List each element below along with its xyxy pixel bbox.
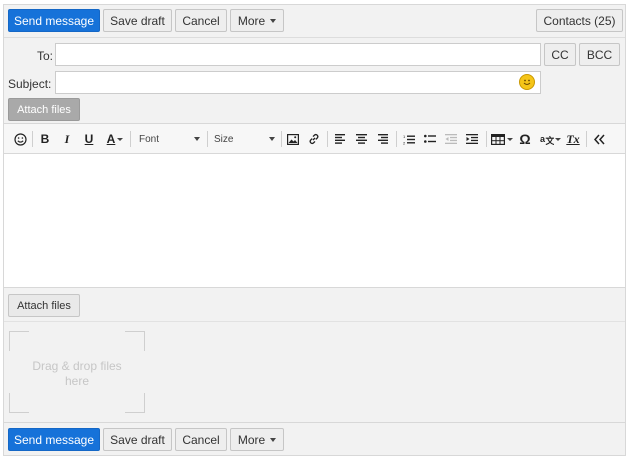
collapse-toolbar-icon[interactable] [592,130,606,148]
special-character-button[interactable]: Ω [518,130,532,148]
cancel-button-bottom[interactable]: Cancel [175,428,227,451]
caret-down-icon [270,18,277,23]
more-label: More [237,13,266,28]
cc-button[interactable]: CC [544,43,576,66]
caret-down-icon [554,137,561,141]
save-draft-button[interactable]: Save draft [103,9,172,32]
more-button-bottom[interactable]: More [230,428,284,451]
toolbar-separator [207,131,208,147]
font-dropdown-label: Font [139,133,160,145]
caret-down-icon [507,137,513,141]
font-family-dropdown[interactable]: Font [139,130,200,148]
toolbar-separator [32,131,33,147]
divider [4,422,625,423]
dropzone-corner [9,331,29,351]
caret-down-icon [117,137,124,141]
font-color-label: A [106,132,116,146]
editor-toolbar: B I U A Font Size 1 2 Ω a 文 Tx [4,123,625,154]
send-message-button[interactable]: Send message [8,9,100,32]
bullet-list-icon[interactable] [423,130,437,148]
compose-window: Send message Save draft Cancel More Cont… [3,4,626,456]
dropzone-corner [125,331,145,351]
underline-button[interactable]: U [82,130,96,148]
contacts-button[interactable]: Contacts (25) [536,9,623,32]
svg-text:1: 1 [403,134,406,139]
svg-text:文: 文 [544,135,554,145]
to-input[interactable] [55,43,541,66]
svg-text:2: 2 [403,140,406,145]
toolbar-separator [586,131,587,147]
size-dropdown-label: Size [214,133,234,145]
toolbar-separator [130,131,131,147]
toolbar-separator [396,131,397,147]
subject-input[interactable] [55,71,541,94]
align-right-icon[interactable] [375,130,389,148]
outdent-icon[interactable] [444,130,458,148]
toolbar-separator [486,131,487,147]
divider [4,37,625,38]
save-draft-button-bottom[interactable]: Save draft [103,428,172,451]
to-label: To: [37,49,54,63]
font-size-dropdown[interactable]: Size [214,130,275,148]
caret-down-icon [270,437,277,442]
toolbar-separator [327,131,328,147]
dropzone-corner [125,393,145,413]
dropzone-corner [9,393,29,413]
clear-formatting-label: Tx [566,131,580,146]
subject-label: Subject: [8,77,52,91]
attach-files-button-lower[interactable]: Attach files [8,294,80,317]
align-left-icon[interactable] [333,130,347,148]
more-label: More [237,432,266,447]
bold-button[interactable]: B [38,130,52,148]
indent-icon[interactable] [465,130,479,148]
caret-down-icon [194,137,200,141]
smiley-icon[interactable] [12,130,28,148]
drag-drop-zone[interactable]: Drag & drop files here [9,331,145,413]
send-message-button-bottom[interactable]: Send message [8,428,100,451]
language-icon[interactable]: a文 [539,130,561,148]
bcc-button[interactable]: BCC [579,43,620,66]
italic-button[interactable]: I [60,130,74,148]
insert-image-icon[interactable] [286,130,300,148]
table-icon[interactable] [491,130,513,148]
cancel-button[interactable]: Cancel [175,9,227,32]
clear-formatting-button[interactable]: Tx [566,130,580,148]
divider [4,321,625,322]
font-color-button[interactable]: A [104,130,126,148]
attach-files-button[interactable]: Attach files [8,98,80,121]
message-body-editor[interactable] [4,154,625,288]
emoji-picker-icon[interactable] [519,74,535,90]
dropzone-text: Drag & drop files here [32,359,122,388]
more-button[interactable]: More [230,9,284,32]
numbered-list-icon[interactable]: 12 [402,130,416,148]
caret-down-icon [269,137,275,141]
link-icon[interactable] [307,130,321,148]
toolbar-separator [281,131,282,147]
align-center-icon[interactable] [354,130,368,148]
